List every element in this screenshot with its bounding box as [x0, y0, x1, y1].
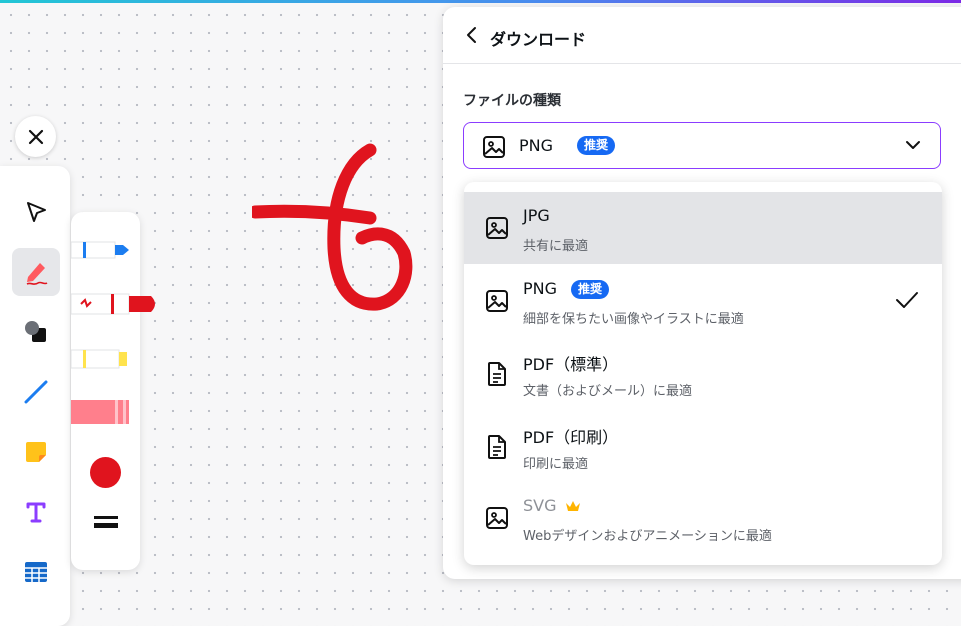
document-icon — [488, 362, 506, 386]
option-name: JPG — [523, 206, 550, 225]
option-pdf-print[interactable]: PDF（印刷） 印刷に最適 — [464, 410, 942, 482]
sticky-note-tool[interactable] — [12, 428, 60, 476]
option-desc: 細部を保ちたい画像やイラストに最適 — [523, 312, 744, 327]
sticky-note-icon — [26, 442, 46, 462]
text-icon — [26, 502, 46, 523]
shape-tool[interactable] — [12, 308, 60, 356]
pen-tool[interactable] — [12, 248, 60, 296]
image-icon — [486, 290, 508, 312]
line-icon — [24, 380, 48, 404]
image-icon — [486, 507, 508, 529]
option-png[interactable]: PNG 推奨 細部を保ちたい画像やイラストに最適 — [464, 265, 942, 337]
file-type-label: ファイルの種類 — [463, 93, 561, 109]
blue-pen[interactable] — [71, 236, 141, 266]
close-icon — [28, 129, 43, 144]
image-icon — [483, 136, 505, 158]
back-chevron-icon[interactable] — [463, 25, 481, 45]
file-type-dropdown: JPG 共有に最適 PNG 推奨 細部を保ちたい画像やイラストに最適 PDF（標… — [464, 182, 942, 565]
stroke-weight-icon[interactable] — [94, 514, 118, 534]
option-svg[interactable]: SVG Webデザインおよびアニメーションに最適 — [464, 482, 942, 554]
pen-icon — [26, 263, 48, 285]
red-marker[interactable] — [71, 290, 161, 320]
option-desc: 印刷に最適 — [523, 457, 589, 472]
option-name: SVG — [523, 496, 557, 515]
selected-color-swatch[interactable] — [90, 457, 121, 488]
file-type-select[interactable]: PNG 推奨 — [463, 122, 941, 169]
option-desc: 文書（およびメール）に最適 — [523, 384, 693, 399]
premium-crown-icon — [566, 501, 580, 511]
yellow-highlighter[interactable] — [71, 344, 141, 374]
option-name: PDF（印刷） — [523, 428, 619, 447]
image-icon — [486, 217, 508, 239]
select-tool[interactable] — [12, 188, 60, 236]
pen-options-panel — [71, 212, 155, 570]
chevron-down-icon — [906, 141, 920, 149]
left-toolbar — [0, 166, 70, 626]
cursor-icon — [27, 202, 46, 222]
option-jpg[interactable]: JPG 共有に最適 — [464, 192, 942, 264]
download-title: ダウンロード — [490, 30, 587, 49]
top-gradient-bar — [0, 0, 961, 3]
line-tool[interactable] — [12, 368, 60, 416]
option-desc: 共有に最適 — [523, 239, 589, 254]
option-name: PNG — [523, 279, 558, 298]
table-icon — [25, 562, 47, 582]
option-desc: Webデザインおよびアニメーションに最適 — [523, 529, 772, 544]
selected-file-type: PNG — [519, 136, 554, 155]
recommended-badge: 推奨 — [571, 280, 610, 299]
checkmark-icon — [896, 292, 918, 308]
download-header: ダウンロード — [443, 7, 961, 64]
shapes-icon — [25, 321, 46, 342]
drawn-stroke[interactable] — [252, 138, 422, 318]
document-icon — [488, 435, 506, 459]
option-pdf-standard[interactable]: PDF（標準） 文書（およびメール）に最適 — [464, 337, 942, 409]
recommended-badge: 推奨 — [577, 136, 616, 155]
table-tool[interactable] — [12, 548, 60, 596]
text-tool[interactable] — [12, 488, 60, 536]
close-button[interactable] — [15, 116, 56, 157]
pink-eraser[interactable] — [71, 396, 141, 428]
option-name: PDF（標準） — [523, 355, 619, 374]
